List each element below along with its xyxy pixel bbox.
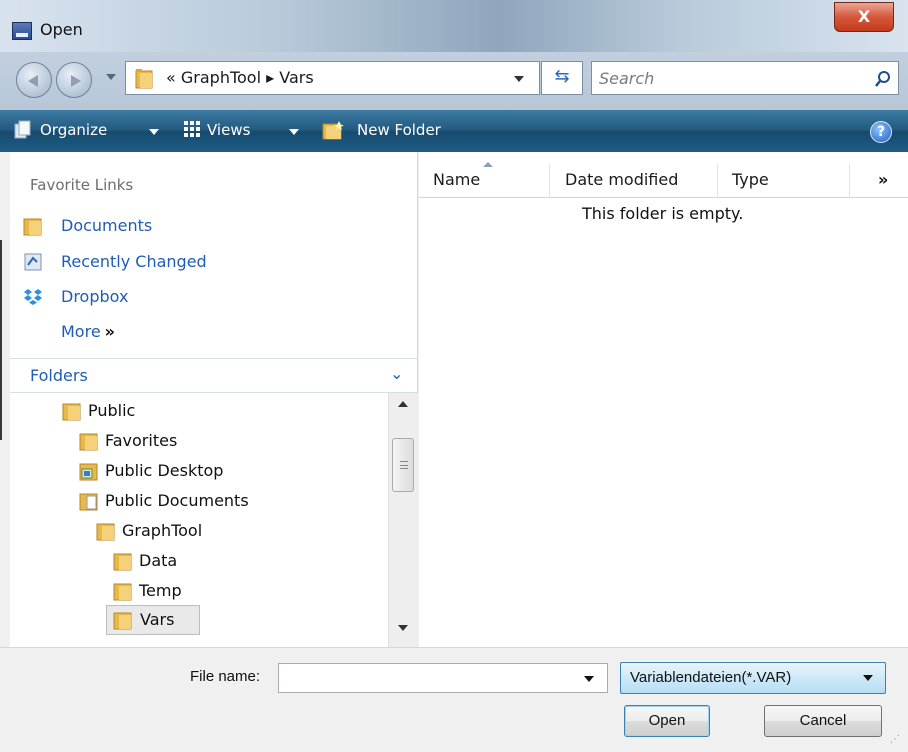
window-title: Open [40, 20, 83, 39]
tree-item-label: Favorites [105, 431, 178, 450]
file-name-input[interactable] [278, 663, 608, 693]
dialog-footer: File name: Variablendateien(*.VAR) Open … [0, 647, 908, 752]
folders-heading[interactable]: Folders [30, 366, 88, 385]
favorite-link-label: Recently Changed [61, 252, 207, 271]
tree-item-label: Public Documents [105, 491, 249, 510]
tree-item-vars[interactable]: Vars [106, 605, 200, 635]
organize-icon [14, 120, 31, 139]
folder-icon [113, 583, 132, 601]
folder-icon [79, 433, 98, 451]
sort-ascending-icon [483, 162, 493, 167]
open-dialog: Open X « GraphTool ▸ Vars ⇆ Search Organ… [0, 0, 908, 752]
empty-folder-message: This folder is empty. [582, 204, 744, 223]
folder-icon [113, 612, 132, 630]
search-icon[interactable] [873, 69, 893, 89]
column-headers: Name Date modified Type » [419, 162, 908, 198]
organize-button[interactable]: Organize [40, 121, 107, 139]
help-icon[interactable]: ? [870, 121, 892, 143]
tree-item-label: Public [88, 401, 136, 420]
column-divider[interactable] [549, 164, 550, 198]
documents-folder-icon [79, 493, 98, 511]
desktop-icon [79, 463, 98, 481]
views-icon [184, 121, 200, 137]
forward-button[interactable] [56, 62, 92, 98]
tree-scrollbar[interactable] [388, 393, 418, 647]
recent-icon [24, 253, 42, 271]
divider [10, 358, 417, 359]
more-label: More [61, 322, 101, 341]
file-list-pane[interactable]: Name Date modified Type » This folder is… [419, 152, 908, 647]
address-dropdown[interactable] [514, 76, 524, 82]
folder-icon [135, 69, 153, 89]
column-header-name[interactable]: Name [433, 170, 480, 189]
column-header-type[interactable]: Type [732, 170, 769, 189]
more-columns-icon[interactable]: » [878, 170, 888, 189]
refresh-icon: ⇆ [554, 66, 570, 87]
folder-icon [96, 523, 115, 541]
window-frame-line [0, 240, 2, 440]
scroll-up-icon[interactable] [398, 401, 408, 407]
close-button[interactable]: X [834, 2, 894, 32]
grip-icon [400, 461, 408, 469]
new-folder-icon [322, 121, 344, 140]
tree-item-label: Public Desktop [105, 461, 224, 480]
scroll-down-icon[interactable] [398, 625, 408, 631]
favorite-link-label: Dropbox [61, 287, 129, 306]
address-path: « GraphTool ▸ Vars [166, 68, 314, 87]
column-header-date-modified[interactable]: Date modified [565, 170, 678, 189]
recent-pages-dropdown[interactable] [106, 74, 116, 80]
tree-item-label: GraphTool [122, 521, 203, 540]
scroll-thumb[interactable] [392, 438, 414, 492]
address-bar[interactable]: « GraphTool ▸ Vars [125, 61, 540, 95]
views-dropdown-icon[interactable] [289, 129, 299, 135]
file-type-select[interactable]: Variablendateien(*.VAR) [620, 662, 886, 694]
new-folder-button[interactable]: New Folder [357, 121, 441, 139]
navigation-pane: Favorite Links Documents Recently Change… [10, 152, 418, 647]
more-links[interactable]: More» [61, 322, 115, 341]
app-icon [12, 22, 32, 40]
search-box[interactable]: Search [591, 61, 899, 95]
folder-icon [62, 403, 81, 421]
cancel-button[interactable]: Cancel [764, 705, 882, 737]
refresh-button[interactable]: ⇆ [541, 61, 583, 95]
file-name-label: File name: [190, 668, 261, 685]
favorite-link-label: Documents [61, 216, 153, 235]
chevron-down-icon[interactable]: ⌄ [390, 364, 403, 383]
folder-icon [113, 553, 132, 571]
command-toolbar: Organize Views New Folder ? [0, 110, 908, 152]
resize-grip-icon[interactable]: ⋰ [890, 734, 904, 748]
favorite-links-heading: Favorite Links [30, 176, 134, 194]
organize-dropdown-icon[interactable] [149, 129, 159, 135]
chevron-down-icon[interactable] [863, 675, 873, 681]
dropbox-icon [24, 289, 42, 305]
back-button[interactable] [16, 62, 52, 98]
chevron-right-icon: » [104, 322, 116, 341]
file-name-dropdown-icon[interactable] [584, 676, 594, 682]
file-type-value: Variablendateien(*.VAR) [630, 669, 792, 686]
tree-item-label: Data [139, 551, 178, 570]
search-input[interactable]: Search [599, 69, 654, 88]
open-button[interactable]: Open [624, 705, 710, 737]
column-divider[interactable] [849, 164, 850, 198]
tree-item-label: Vars [140, 610, 175, 629]
views-button[interactable]: Views [207, 121, 250, 139]
folder-tree: Public Favorites Public Desktop Public D… [10, 393, 388, 647]
column-divider[interactable] [717, 164, 718, 198]
title-bar[interactable]: Open X [0, 0, 908, 52]
tree-item-label: Temp [139, 581, 182, 600]
folder-icon [23, 218, 42, 236]
